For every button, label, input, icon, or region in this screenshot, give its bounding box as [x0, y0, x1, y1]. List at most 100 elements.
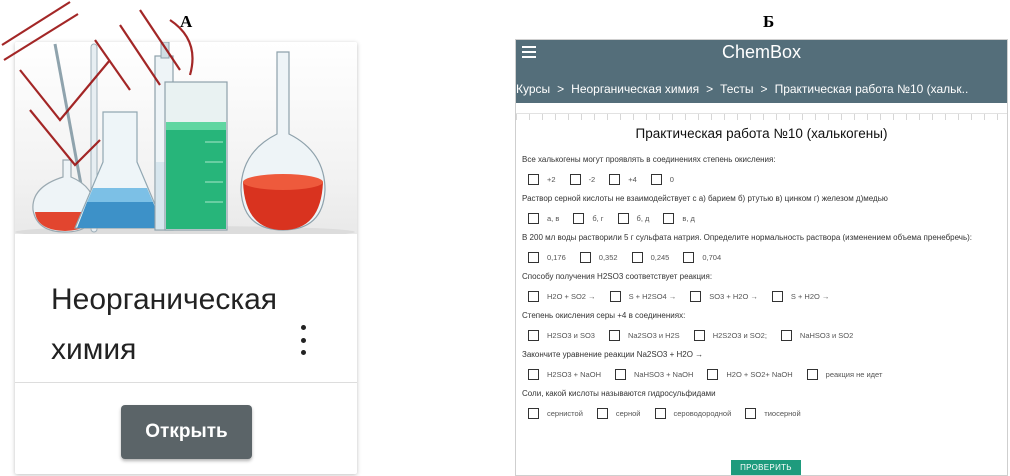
answer-checkbox[interactable] — [707, 369, 719, 380]
answer-option[interactable]: +4 — [603, 174, 637, 185]
answer-option[interactable]: а, в — [522, 213, 559, 224]
answer-option[interactable]: H2SO3 и SO3 — [522, 330, 595, 341]
answer-checkbox[interactable] — [528, 174, 539, 185]
breadcrumb-inorganic-chemistry[interactable]: Неорганическая химия — [571, 82, 699, 96]
question-text: Закончите уравнение реакции Na2SO3 + H2O… — [522, 350, 704, 359]
answer-option[interactable]: H2SO3 + NaOH — [522, 369, 601, 380]
answer-option[interactable]: S + H2O → — [766, 291, 829, 302]
answer-option-label: SO3 + H2O → — [709, 292, 758, 301]
answer-option[interactable]: H2O + SO2+ NaOH — [701, 369, 793, 380]
answer-checkbox[interactable] — [596, 408, 608, 419]
answer-option[interactable]: +2 — [522, 174, 556, 185]
answer-checkbox[interactable] — [745, 408, 757, 419]
answer-option-label: -2 — [588, 175, 596, 184]
breadcrumb-separator: > — [760, 82, 768, 96]
answer-option[interactable]: сероводородной — [649, 408, 732, 419]
answer-checkbox[interactable] — [693, 330, 705, 341]
answer-checkbox[interactable] — [663, 213, 675, 224]
answer-checkbox[interactable] — [614, 369, 626, 380]
answer-option-label: Na2SO3 и H2S — [627, 331, 680, 340]
answer-option[interactable]: NaHSO3 + NaOH — [609, 369, 693, 380]
answer-option-label: S + H2SO4 → — [628, 292, 677, 301]
answer-checkbox[interactable] — [690, 291, 702, 302]
answer-option[interactable]: 0,245 — [626, 252, 669, 263]
answer-checkbox[interactable] — [609, 174, 621, 185]
card-divider — [15, 382, 357, 383]
app-title: ChemBox — [721, 42, 802, 62]
answer-option[interactable]: Na2SO3 и H2S — [603, 330, 680, 341]
course-title: Неорганическая химия — [51, 283, 278, 366]
answer-option-label: реакция не идет — [825, 370, 883, 379]
answer-options: сернистой серной сероводородной тиосерной — [522, 400, 1007, 427]
answer-option-label: серной — [615, 409, 641, 418]
answer-option[interactable]: H2O + SO2 → — [522, 291, 596, 302]
answer-option[interactable]: 0,176 — [522, 252, 566, 263]
question-text: Соли, какой кислоты называются гидросуль… — [522, 389, 716, 398]
panel-label-a: А — [180, 12, 193, 31]
answer-checkbox[interactable] — [569, 174, 581, 185]
page-title: Практическая работа №10 (халькогены) — [635, 126, 888, 141]
answer-checkbox[interactable] — [631, 252, 643, 263]
answer-option[interactable]: сернистой — [522, 408, 583, 419]
answer-checkbox[interactable] — [528, 291, 539, 302]
question-text: В 200 мл воды растворили 5 г сульфата на… — [522, 233, 973, 242]
question-block: Раствор серной кислоты не взаимодействуе… — [516, 193, 1007, 232]
answer-checkbox[interactable] — [573, 213, 585, 224]
breadcrumb-separator: > — [557, 82, 565, 96]
answer-option-label: сероводородной — [673, 409, 732, 418]
answer-option-label: H2O + SO2+ NaOH — [726, 370, 793, 379]
answer-option-label: 0 — [669, 175, 674, 184]
answer-option[interactable]: NaHSO3 и SO2 — [775, 330, 853, 341]
answer-option[interactable]: б, д — [612, 213, 649, 224]
breadcrumb-courses[interactable]: Курсы — [516, 82, 550, 96]
open-course-button[interactable]: Открыть — [121, 405, 252, 459]
answer-checkbox[interactable] — [528, 408, 539, 419]
breadcrumb-current-test: Практическая работа №10 (хальк.. — [774, 82, 969, 96]
answer-checkbox[interactable] — [780, 330, 792, 341]
answer-option[interactable]: 0,352 — [574, 252, 618, 263]
answer-option[interactable]: S + H2SO4 → — [604, 291, 677, 302]
question-text: Способу получения H2SO3 соответствует ре… — [522, 272, 713, 281]
test-content: Практическая работа №10 (халькогены) Все… — [516, 119, 1007, 427]
more-options-icon[interactable] — [295, 325, 311, 355]
answer-options: а, в б, г б, д в, д — [522, 205, 1007, 232]
answer-option[interactable]: H2S2O3 и SO2; — [688, 330, 767, 341]
answer-option-label: в, д — [682, 214, 695, 223]
answer-option[interactable]: -2 — [564, 174, 596, 185]
answer-checkbox[interactable] — [771, 291, 783, 302]
answer-options: H2O + SO2 → S + H2SO4 → SO3 + H2O → S + H2O… — [522, 283, 1007, 310]
answer-option[interactable]: SO3 + H2O → — [684, 291, 758, 302]
answer-checkbox[interactable] — [806, 369, 818, 380]
check-button[interactable]: ПРОВЕРИТЬ — [731, 460, 801, 475]
answer-option[interactable]: 0 — [645, 174, 674, 185]
answer-option[interactable]: б, г — [567, 213, 604, 224]
answer-checkbox[interactable] — [683, 252, 695, 263]
answer-checkbox[interactable] — [654, 408, 666, 419]
answer-option[interactable]: тиосерной — [739, 408, 801, 419]
answer-option-label: H2O + SO2 → — [547, 292, 596, 301]
answer-checkbox[interactable] — [528, 330, 539, 341]
glassware-illustration — [15, 42, 355, 238]
question-block: Закончите уравнение реакции Na2SO3 + H2O… — [516, 349, 1007, 388]
answer-checkbox[interactable] — [617, 213, 629, 224]
answer-option-label: 0,176 — [547, 253, 566, 262]
answer-checkbox[interactable] — [609, 291, 621, 302]
app-bar: ChemBox Курсы > Неорганическая химия > Тесты… — [516, 40, 1007, 103]
answer-checkbox[interactable] — [528, 369, 539, 380]
answer-options: 0,176 0,352 0,245 0,704 — [522, 244, 1007, 271]
answer-option[interactable]: в, д — [657, 213, 695, 224]
chembox-app: ChemBox Курсы > Неорганическая химия > Тесты… — [515, 39, 1008, 476]
answer-checkbox[interactable] — [579, 252, 591, 263]
answer-checkbox[interactable] — [608, 330, 620, 341]
answer-checkbox[interactable] — [650, 174, 662, 185]
answer-checkbox[interactable] — [528, 252, 539, 263]
answer-option[interactable]: серной — [591, 408, 641, 419]
breadcrumb: Курсы > Неорганическая химия > Тесты > Практич… — [516, 82, 1007, 102]
breadcrumb-tests[interactable]: Тесты — [720, 82, 753, 96]
answer-option-label: H2SO3 и SO3 — [547, 331, 595, 340]
answer-option[interactable]: 0,704 — [677, 252, 721, 263]
answer-option-label: сернистой — [547, 409, 583, 418]
answer-checkbox[interactable] — [528, 213, 539, 224]
breadcrumb-separator: > — [706, 82, 714, 96]
answer-option[interactable]: реакция не идет — [801, 369, 883, 380]
